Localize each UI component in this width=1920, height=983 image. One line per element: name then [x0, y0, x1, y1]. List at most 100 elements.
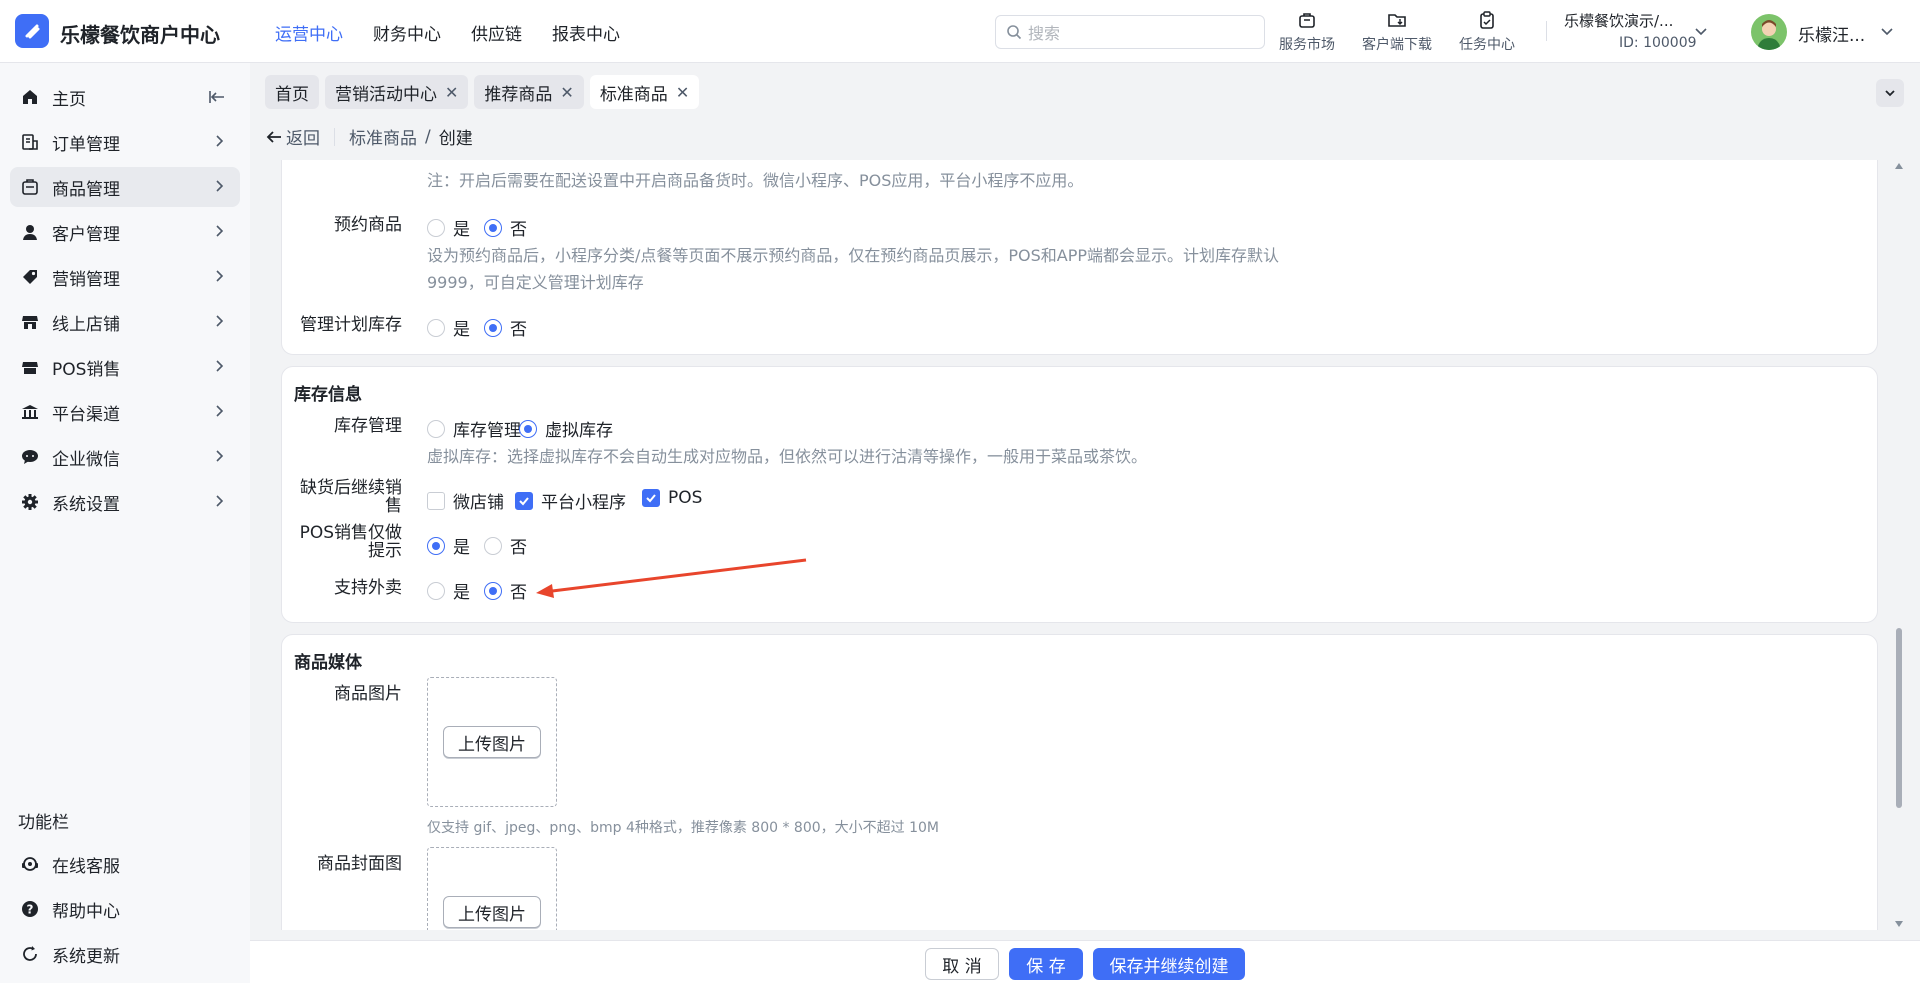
- avatar[interactable]: [1751, 14, 1787, 50]
- option-label: 是: [453, 320, 470, 340]
- reserve-hint-2: 9999，可自定义管理计划库存: [427, 273, 644, 292]
- plan-stock-no-radio[interactable]: 否: [484, 315, 527, 340]
- pos-hint-no-radio[interactable]: 否: [484, 533, 527, 558]
- app-title: 乐檬餐饮商户中心: [60, 23, 220, 47]
- topnav-finance[interactable]: 财务中心: [373, 20, 441, 45]
- plan-stock-yes-radio[interactable]: 是: [427, 315, 470, 340]
- tab-marketing-center[interactable]: 营销活动中心 ✕: [325, 75, 469, 109]
- app-logo-icon[interactable]: [15, 14, 49, 48]
- service-market-button[interactable]: 服务市场: [1279, 10, 1335, 54]
- topnav-supply-chain[interactable]: 供应链: [471, 20, 522, 45]
- plan-stock-label: 管理计划库存: [300, 315, 402, 335]
- upload-image-button[interactable]: 上传图片: [443, 726, 541, 758]
- checkbox-checked-icon: [642, 489, 660, 507]
- sidebar-item-label: 订单管理: [52, 134, 120, 155]
- breadcrumb: 返回 标准商品 / 创建: [265, 124, 473, 149]
- scroll-thumb[interactable]: [1896, 628, 1902, 808]
- save-and-continue-button[interactable]: 保存并继续创建: [1093, 948, 1245, 980]
- sidebar: 主页 订单管理 商品管理 客户管理 营销管理 线上店铺 POS销售 平台渠道 企: [0, 63, 250, 983]
- user-menu-chevron-down-icon[interactable]: [1880, 24, 1894, 38]
- content-scrollbar[interactable]: [1893, 160, 1905, 930]
- scroll-up-arrow-icon[interactable]: [1895, 162, 1903, 170]
- store-id: ID: 100009: [1619, 35, 1697, 51]
- tab-label: 营销活动中心: [335, 84, 437, 105]
- takeout-no-radio[interactable]: 否: [484, 578, 527, 603]
- back-link[interactable]: 返回: [286, 124, 320, 149]
- user-name[interactable]: 乐檬汪...: [1798, 21, 1865, 46]
- store-name[interactable]: 乐檬餐饮演示/...: [1564, 10, 1673, 31]
- collapse-sidebar-icon[interactable]: [208, 88, 226, 106]
- radio-icon: [427, 581, 445, 600]
- topnav-operations[interactable]: 运营中心: [275, 20, 343, 45]
- order-icon: [20, 132, 40, 152]
- client-download-button[interactable]: 客户端下载: [1362, 10, 1432, 54]
- sidebar-item-orders[interactable]: 订单管理: [10, 122, 240, 162]
- sidebar-item-customers[interactable]: 客户管理: [10, 212, 240, 252]
- refresh-icon: [20, 944, 40, 964]
- store-switch-chevron-down-icon[interactable]: [1694, 24, 1708, 38]
- sidebar-item-system-update[interactable]: 系统更新: [10, 934, 240, 974]
- tabs-more-button[interactable]: [1876, 79, 1904, 107]
- close-icon[interactable]: ✕: [445, 83, 458, 102]
- sidebar-item-home[interactable]: 主页: [10, 77, 240, 117]
- sidebar-item-online-service[interactable]: 在线客服: [10, 844, 240, 884]
- image-upload-area[interactable]: 上传图片: [427, 677, 557, 807]
- reserve-hint: 设为预约商品后，小程序分类/点餐等页面不展示预约商品，仅在预约商品页展示，POS…: [427, 246, 1280, 265]
- sidebar-item-pos-sales[interactable]: POS销售: [10, 347, 240, 387]
- sidebar-item-settings[interactable]: 系统设置: [10, 482, 240, 522]
- sidebar-item-label: 企业微信: [52, 449, 120, 470]
- topnav-reports[interactable]: 报表中心: [552, 20, 620, 45]
- reserve-no-radio[interactable]: 否: [484, 215, 527, 240]
- bank-icon: [20, 402, 40, 422]
- cover-upload-area[interactable]: 上传图片: [427, 847, 557, 930]
- sidebar-item-online-store[interactable]: 线上店铺: [10, 302, 240, 342]
- card-stock-info: 库存信息 库存管理 库存管理 虚拟库存 虚拟库存：选择虚拟库存不会自动生成对应物…: [281, 366, 1878, 623]
- function-bar-title: 功能栏: [18, 813, 69, 833]
- sidebar-item-marketing[interactable]: 营销管理: [10, 257, 240, 297]
- chevron-right-icon: [216, 315, 224, 327]
- tab-standard-goods[interactable]: 标准商品 ✕: [589, 75, 700, 109]
- close-icon[interactable]: ✕: [676, 83, 689, 102]
- takeout-yes-radio[interactable]: 是: [427, 578, 470, 603]
- pos-hint-yes-radio[interactable]: 是: [427, 533, 470, 558]
- oversell-label-line1: 缺货后继续销: [300, 478, 402, 498]
- tab-recommended-goods[interactable]: 推荐商品 ✕: [474, 75, 584, 109]
- chevron-right-icon: [216, 225, 224, 237]
- upload-cover-button[interactable]: 上传图片: [443, 896, 541, 928]
- sidebar-item-goods[interactable]: 商品管理: [10, 167, 240, 207]
- arrow-left-icon[interactable]: [265, 128, 283, 146]
- close-icon[interactable]: ✕: [560, 83, 573, 102]
- sidebar-item-wecom[interactable]: 企业微信: [10, 437, 240, 477]
- chevron-right-icon: [216, 360, 224, 372]
- sidebar-item-help-center[interactable]: ? 帮助中心: [10, 889, 240, 929]
- sidebar-item-label: 系统更新: [52, 946, 120, 967]
- save-button[interactable]: 保 存: [1009, 948, 1083, 980]
- option-label: 平台小程序: [541, 493, 626, 513]
- tab-home[interactable]: 首页: [265, 75, 319, 109]
- image-format-hint: 仅支持 gif、jpeg、png、bmp 4种格式，推荐像素 800 * 800…: [427, 820, 939, 836]
- radio-icon: [427, 218, 445, 237]
- goods-icon: [20, 177, 40, 197]
- radio-checked-icon: [427, 536, 445, 555]
- reserve-yes-radio[interactable]: 是: [427, 215, 470, 240]
- chevron-down-icon: [1885, 90, 1895, 97]
- checkbox-icon: [427, 491, 445, 510]
- breadcrumb-parent[interactable]: 标准商品: [349, 124, 417, 149]
- radio-icon: [484, 536, 502, 555]
- option-label: 是: [453, 220, 470, 240]
- stock-managed-radio[interactable]: 库存管理: [427, 416, 521, 441]
- cancel-button[interactable]: 取 消: [925, 948, 999, 980]
- chat-icon: [20, 447, 40, 467]
- breadcrumb-separator: /: [425, 126, 431, 147]
- user-icon: [20, 222, 40, 242]
- tab-label: 标准商品: [599, 84, 668, 105]
- oversell-mini-program-checkbox[interactable]: 平台小程序: [515, 488, 626, 513]
- task-center-button[interactable]: 任务中心: [1459, 10, 1515, 54]
- oversell-pos-checkbox[interactable]: POS: [642, 488, 702, 508]
- option-label: 库存管理: [453, 421, 521, 441]
- scroll-down-arrow-icon[interactable]: [1895, 920, 1903, 928]
- search-input[interactable]: 搜索: [995, 15, 1265, 49]
- sidebar-item-platform-channels[interactable]: 平台渠道: [10, 392, 240, 432]
- stock-virtual-radio[interactable]: 虚拟库存: [519, 416, 613, 441]
- oversell-micro-store-checkbox[interactable]: 微店铺: [427, 488, 504, 513]
